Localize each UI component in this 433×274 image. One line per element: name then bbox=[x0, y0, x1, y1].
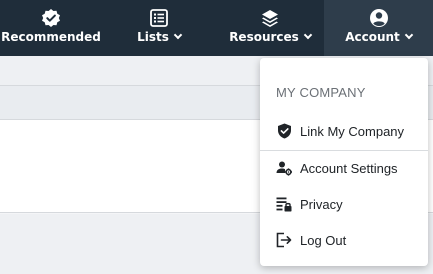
nav-recommended-label: Recommended bbox=[1, 30, 101, 44]
layers-icon bbox=[259, 7, 281, 29]
nav-lists-label: Lists bbox=[137, 30, 169, 44]
shield-check-icon bbox=[276, 123, 292, 139]
nav-resources[interactable]: Resources bbox=[216, 0, 324, 56]
menu-section-header: MY COMPANY bbox=[276, 85, 366, 100]
menu-item-label: Link My Company bbox=[300, 123, 405, 139]
verified-badge-icon bbox=[40, 7, 62, 29]
nav-lists[interactable]: Lists bbox=[102, 0, 216, 56]
chevron-down-icon bbox=[404, 30, 414, 40]
nav-resources-label: Resources bbox=[229, 30, 299, 44]
user-settings-icon bbox=[276, 160, 292, 176]
menu-item-log-out[interactable]: Log Out bbox=[260, 223, 428, 257]
menu-item-label: Log Out bbox=[300, 232, 347, 248]
top-navigation: Recommended Lists Resources Account bbox=[0, 0, 433, 56]
list-icon bbox=[148, 7, 170, 29]
account-circle-icon bbox=[368, 7, 390, 29]
privacy-lock-icon bbox=[276, 196, 292, 212]
account-dropdown-menu: MY COMPANY Link My Company Account Setti… bbox=[260, 58, 428, 266]
chevron-down-icon bbox=[173, 30, 183, 40]
menu-item-label: Privacy bbox=[300, 196, 343, 212]
menu-item-label: Account Settings bbox=[300, 160, 398, 176]
chevron-down-icon bbox=[303, 30, 313, 40]
menu-item-link-my-company[interactable]: Link My Company bbox=[260, 114, 428, 148]
nav-recommended[interactable]: Recommended bbox=[0, 0, 102, 56]
logout-icon bbox=[276, 232, 292, 248]
menu-item-privacy[interactable]: Privacy bbox=[260, 187, 428, 221]
menu-item-account-settings[interactable]: Account Settings bbox=[260, 151, 428, 185]
nav-account-label: Account bbox=[345, 30, 400, 44]
nav-account[interactable]: Account bbox=[324, 0, 433, 56]
